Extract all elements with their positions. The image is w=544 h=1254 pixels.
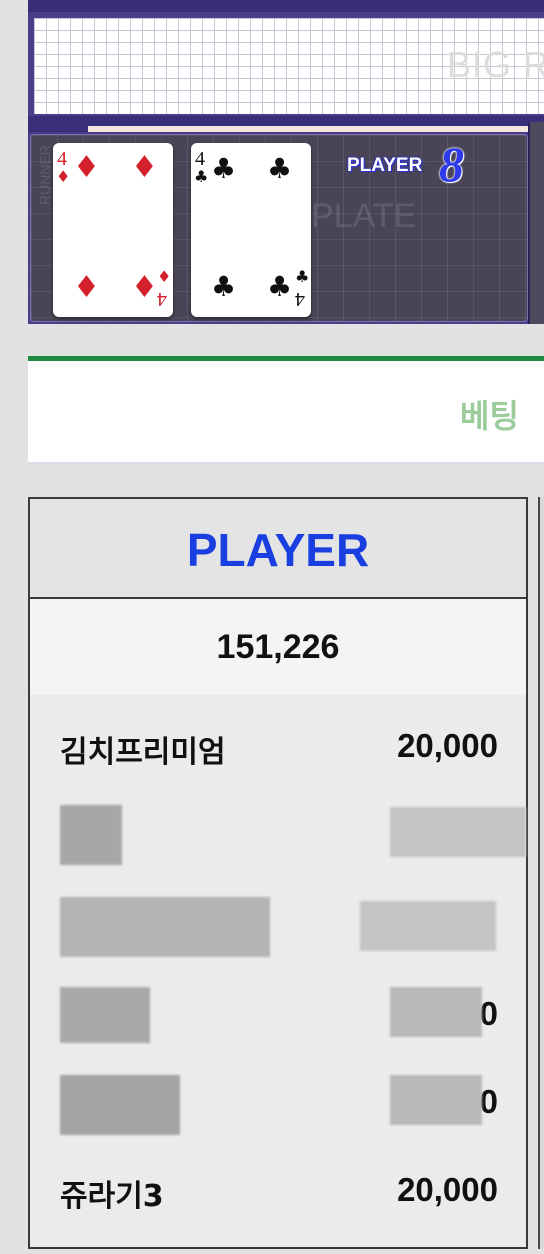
player-card-1: 4 ♦ ♦ ♦ ♦ ♦ ♦ 4	[53, 143, 173, 317]
bet-row: 0	[30, 983, 526, 1043]
player-card-2: 4 ♣ ♣ ♣ ♣ ♣ ♣ 4	[191, 143, 311, 317]
diamond-icon: ♦	[56, 167, 71, 186]
redacted-amount	[390, 807, 526, 857]
club-icon: ♣	[295, 267, 310, 286]
betting-title: 베팅	[460, 397, 519, 435]
game-board: BIG R RUNNER PLATE 4 ♦ ♦ ♦ ♦ ♦ ♦ 4 4 ♣ ♣…	[28, 0, 544, 324]
player-table-header: PLAYER	[30, 499, 526, 599]
bettor-name: 쥬라기3	[60, 1179, 164, 1214]
panel-watermark: PLATE	[311, 197, 417, 235]
player-score-value: 8	[439, 136, 464, 192]
club-icon: ♣	[267, 270, 293, 303]
player-card-panel: RUNNER PLATE 4 ♦ ♦ ♦ ♦ ♦ ♦ 4 4 ♣ ♣ ♣ ♣ ♣…	[30, 134, 528, 322]
banker-panel-edge	[528, 122, 544, 324]
panel-side-watermark: RUNNER	[37, 145, 53, 205]
card-rank: 4	[295, 288, 305, 310]
banker-table-edge	[538, 497, 544, 1249]
redacted-name	[60, 987, 150, 1043]
bet-row: 김치프리미엄 20,000	[30, 715, 526, 775]
big-road-label: BIG R	[446, 44, 544, 85]
diamond-icon: ♦	[131, 150, 158, 185]
club-icon: ♣	[211, 270, 237, 303]
big-road-grid: BIG R	[34, 18, 544, 114]
betting-status-header: 베팅	[28, 356, 544, 464]
diamond-icon: ♦	[131, 270, 158, 305]
bet-amount: 20,000	[397, 1171, 498, 1208]
bet-row: 쥬라기3 20,000	[30, 1159, 526, 1219]
club-icon: ♣	[211, 152, 237, 185]
card-rank: 4	[157, 288, 167, 310]
board-divider-light	[88, 126, 528, 132]
bet-row	[30, 801, 526, 865]
redacted-amount	[390, 987, 482, 1037]
bet-amount: 20,000	[397, 727, 498, 764]
player-total-amount: 151,226	[30, 599, 526, 695]
redacted-name	[60, 897, 270, 957]
card-rank: 4	[195, 148, 205, 170]
card-rank: 4	[57, 148, 67, 170]
redacted-name	[60, 805, 122, 865]
diamond-icon: ♦	[73, 150, 100, 185]
player-bet-table: PLAYER 151,226 김치프리미엄 20,000 0 0 쥬라기3 20…	[28, 497, 528, 1249]
club-icon: ♣	[267, 152, 293, 185]
diamond-icon: ♦	[157, 267, 172, 286]
bet-amount: 0	[479, 995, 498, 1032]
diamond-icon: ♦	[73, 270, 100, 305]
bet-amount: 0	[479, 1083, 498, 1120]
player-table-title: PLAYER	[186, 524, 370, 576]
board-top-bar	[28, 0, 544, 12]
club-icon: ♣	[194, 167, 209, 186]
redacted-amount	[360, 901, 496, 951]
redacted-name	[60, 1075, 180, 1135]
bet-row	[30, 895, 526, 957]
player-score-label: PLAYER	[347, 155, 423, 176]
bet-row: 0	[30, 1071, 526, 1135]
redacted-amount	[390, 1075, 482, 1125]
bettor-name: 김치프리미엄	[60, 735, 226, 770]
